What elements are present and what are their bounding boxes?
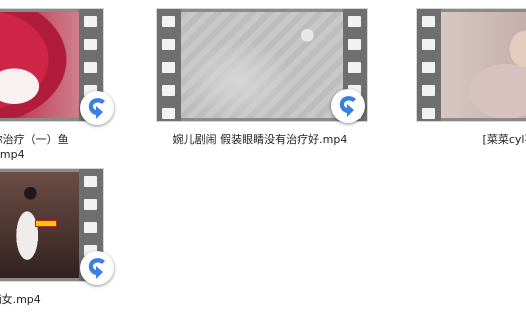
file-name-line: yo医生为你治疗（一）鱼 bbox=[0, 133, 69, 146]
shortcut-arrow-icon bbox=[80, 251, 114, 285]
video-frame bbox=[181, 12, 343, 118]
file-name[interactable]: ly] 痴女.mp4 bbox=[0, 292, 122, 307]
file-name-line: ly] 痴女.mp4 bbox=[0, 293, 41, 306]
shortcut-arrow-icon bbox=[331, 89, 365, 123]
file-grid: yo医生为你治疗（一）鱼 p.mp4 婉儿剧闹 假装眼睛没有治疗好.mp4 bbox=[0, 0, 526, 326]
film-strip bbox=[417, 9, 441, 121]
video-thumbnail[interactable] bbox=[416, 8, 526, 122]
video-frame bbox=[0, 172, 79, 278]
file-name[interactable]: 婉儿剧闹 假装眼睛没有治疗好.mp4 bbox=[145, 132, 375, 147]
video-frame bbox=[441, 12, 526, 118]
video-frame bbox=[0, 12, 79, 118]
file-name-line: [菜菜cyl不好吃 bbox=[482, 133, 526, 146]
file-name[interactable]: [菜菜cyl不好吃 bbox=[405, 132, 526, 147]
file-name[interactable]: yo医生为你治疗（一）鱼 p.mp4 bbox=[0, 132, 122, 162]
file-name-line: 婉儿剧闹 假装眼睛没有治疗好.mp4 bbox=[172, 133, 348, 146]
shortcut-arrow-icon bbox=[80, 91, 114, 125]
film-strip bbox=[157, 9, 181, 121]
file-name-line: p.mp4 bbox=[0, 148, 25, 161]
